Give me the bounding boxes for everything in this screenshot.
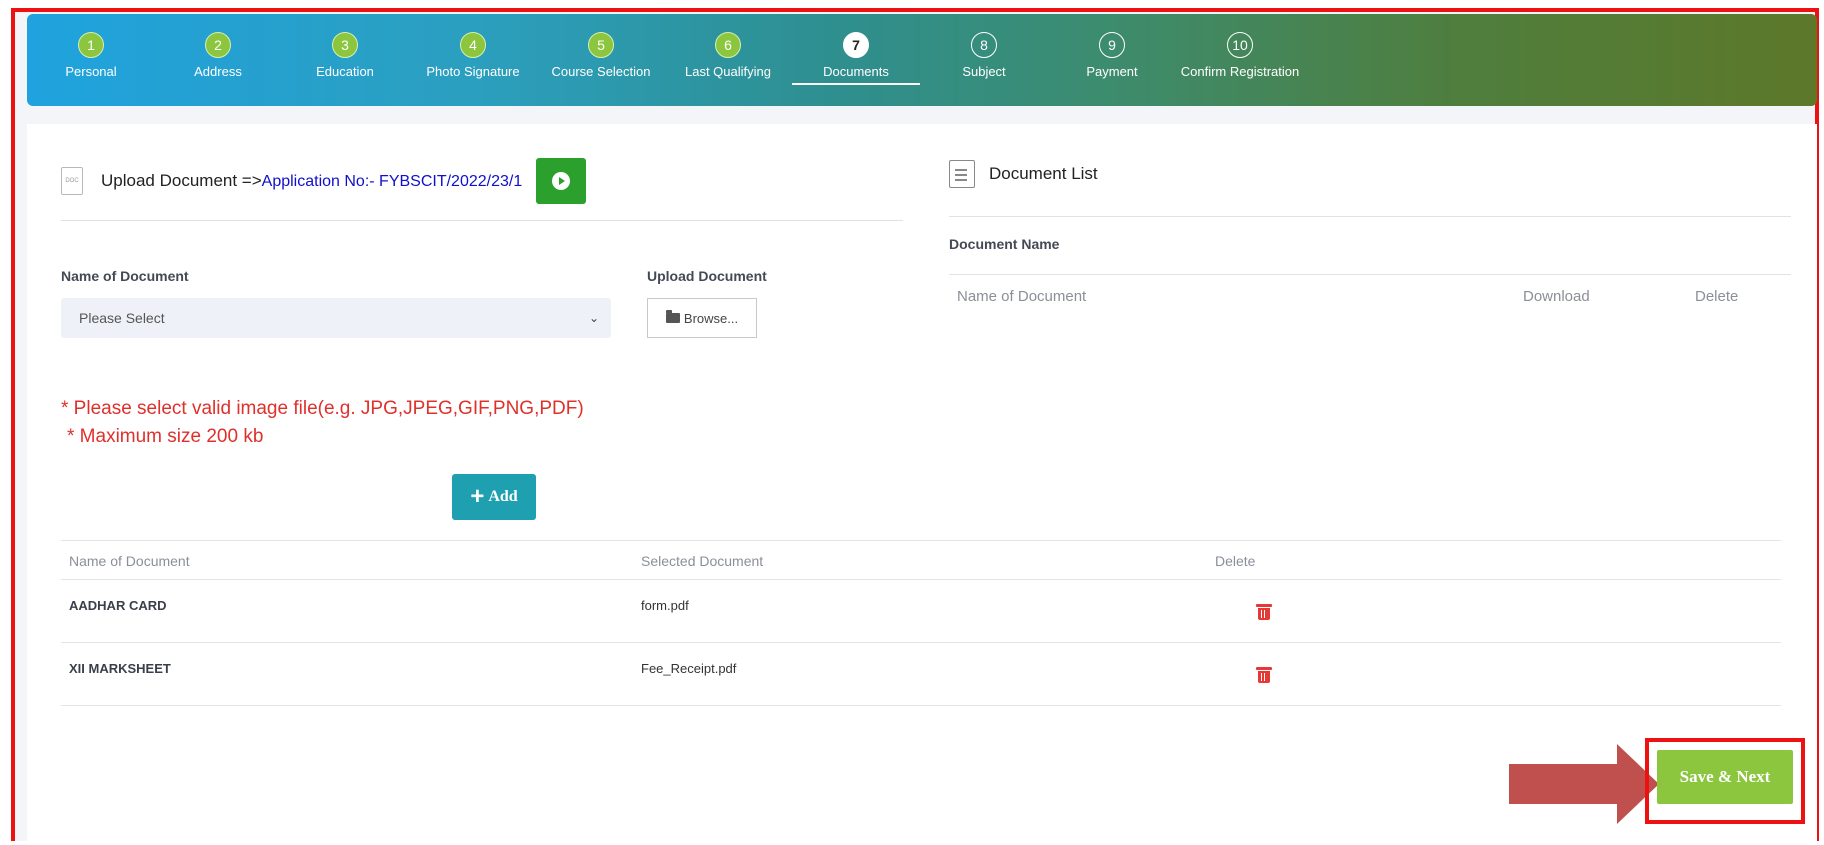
- step-number: 5: [588, 32, 614, 58]
- document-name-cell: AADHAR CARD: [69, 598, 167, 613]
- step-address[interactable]: 2 Address: [154, 32, 282, 79]
- browse-label: Browse...: [683, 310, 739, 326]
- add-button[interactable]: + Add: [452, 474, 536, 520]
- step-payment[interactable]: 9 Payment: [1048, 32, 1176, 79]
- documents-card: DOC Upload Document =>Application No:- F…: [27, 124, 1817, 845]
- step-number: 7: [843, 32, 869, 58]
- step-label: Subject: [962, 64, 1006, 79]
- divider: [61, 220, 903, 221]
- step-last-qualifying[interactable]: 6 Last Qualifying: [664, 32, 792, 79]
- step-photo-signature[interactable]: 4 Photo Signature: [409, 32, 537, 79]
- save-next-button[interactable]: Save & Next: [1657, 750, 1793, 804]
- chevron-down-icon: ⌄: [588, 311, 599, 325]
- name-of-document-label: Name of Document: [61, 268, 189, 284]
- table-row: XII MARKSHEET Fee_Receipt.pdf: [61, 643, 1781, 706]
- save-next-highlight: Save & Next: [1645, 738, 1805, 824]
- file-type-note: * Please select valid image file(e.g. JP…: [61, 398, 584, 419]
- selected-documents-table-header: Name of Document Selected Document Delet…: [61, 540, 1781, 580]
- receipt-list-icon: [949, 160, 975, 188]
- play-circle-icon: [552, 172, 571, 190]
- column-header: Name of Document: [69, 553, 190, 569]
- step-number: 4: [460, 32, 486, 58]
- play-button[interactable]: [536, 158, 587, 204]
- step-education[interactable]: 3 Education: [281, 32, 409, 79]
- step-number: 9: [1099, 32, 1125, 58]
- file-size-note: * Maximum size 200 kb: [67, 426, 264, 447]
- step-label: Documents: [823, 64, 889, 79]
- trash-icon[interactable]: [1256, 667, 1272, 683]
- upload-document-label: Upload Document: [647, 268, 767, 284]
- step-confirm-registration[interactable]: 10 Confirm Registration: [1176, 32, 1304, 79]
- column-header: Delete: [1695, 288, 1739, 305]
- divider: [949, 216, 1791, 217]
- upload-document-header: DOC Upload Document =>Application No:- F…: [61, 158, 587, 204]
- step-subject[interactable]: 8 Subject: [920, 32, 1048, 79]
- browse-button[interactable]: Browse...: [647, 298, 757, 338]
- step-label: Confirm Registration: [1180, 64, 1300, 79]
- upload-document-title: Upload Document =>Application No:- FYBSC…: [101, 171, 523, 190]
- active-step-underline: [792, 83, 920, 85]
- step-label: Payment: [1086, 64, 1138, 79]
- step-number: 1: [78, 32, 104, 58]
- doc-file-icon: DOC: [61, 167, 83, 195]
- step-label: Personal: [65, 64, 117, 79]
- document-list-title: Document List: [989, 164, 1098, 183]
- column-header: Download: [1523, 288, 1590, 305]
- step-number: 8: [971, 32, 997, 58]
- step-label: Education: [316, 64, 374, 79]
- pointer-arrow-icon: [1509, 744, 1659, 824]
- page-frame: 1 Personal 2 Address 3 Education 4 Photo…: [11, 8, 1819, 845]
- application-number: Application No:- FYBSCIT/2022/23/1: [261, 173, 523, 190]
- table-row: AADHAR CARD form.pdf: [61, 580, 1781, 643]
- folder-open-icon: [665, 310, 680, 323]
- step-label: Course Selection: [551, 64, 651, 79]
- step-label: Last Qualifying: [685, 64, 771, 79]
- column-header: Delete: [1215, 553, 1256, 569]
- step-number: 3: [332, 32, 358, 58]
- select-value: Please Select: [79, 310, 165, 326]
- selected-file-cell: form.pdf: [641, 598, 689, 613]
- step-number: 10: [1227, 32, 1253, 58]
- document-name-cell: XII MARKSHEET: [69, 661, 171, 676]
- divider: [949, 274, 1791, 275]
- document-name-subheading: Document Name: [949, 236, 1060, 252]
- column-header: Name of Document: [957, 288, 1087, 305]
- add-label: Add: [488, 488, 518, 505]
- step-number: 6: [715, 32, 741, 58]
- registration-stepper: 1 Personal 2 Address 3 Education 4 Photo…: [27, 14, 1817, 106]
- step-documents[interactable]: 7 Documents: [792, 32, 920, 85]
- document-name-select[interactable]: Please Select ⌄: [61, 298, 611, 338]
- column-header: Selected Document: [641, 553, 764, 569]
- step-personal[interactable]: 1 Personal: [27, 32, 155, 79]
- trash-icon[interactable]: [1256, 604, 1272, 620]
- plus-icon: +: [470, 483, 485, 510]
- step-number: 2: [205, 32, 231, 58]
- selected-file-cell: Fee_Receipt.pdf: [641, 661, 737, 676]
- document-list-header: Document List: [949, 160, 1098, 188]
- step-course-selection[interactable]: 5 Course Selection: [537, 32, 665, 79]
- step-label: Address: [194, 64, 242, 79]
- step-label: Photo Signature: [426, 64, 520, 79]
